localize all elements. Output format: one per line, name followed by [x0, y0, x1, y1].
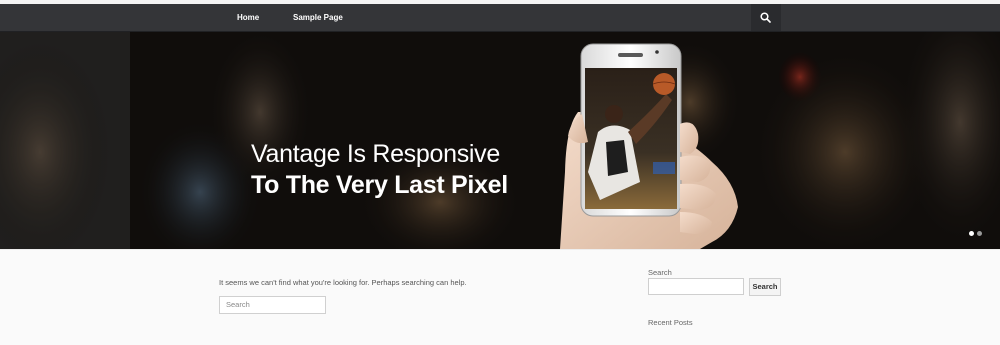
sidebar-search-button[interactable]: Search	[749, 278, 781, 296]
hero-heading-line-2: To The Very Last Pixel	[251, 171, 508, 199]
nav-item-home[interactable]: Home	[237, 4, 259, 31]
nav-item-sample-page[interactable]: Sample Page	[293, 4, 343, 31]
hero-slider: Vantage Is Responsive To The Very Last P…	[0, 32, 1000, 249]
slider-dot-2[interactable]	[977, 231, 982, 236]
main-navigation: Home Sample Page	[0, 4, 1000, 32]
slider-dot-1[interactable]	[969, 231, 974, 236]
not-found-message: It seems we can't find what you're looki…	[219, 278, 467, 287]
search-icon	[760, 12, 771, 23]
nav-search-button[interactable]	[751, 4, 781, 31]
hero-heading-line-1: Vantage Is Responsive	[251, 140, 500, 168]
sidebar-search-title: Search	[648, 268, 672, 277]
sidebar-recent-posts-title: Recent Posts	[648, 318, 693, 327]
content-area	[0, 249, 1000, 345]
sidebar-search-input[interactable]	[648, 278, 744, 295]
content-search-input[interactable]: Search	[219, 296, 326, 314]
hero-background-image	[0, 32, 1000, 249]
